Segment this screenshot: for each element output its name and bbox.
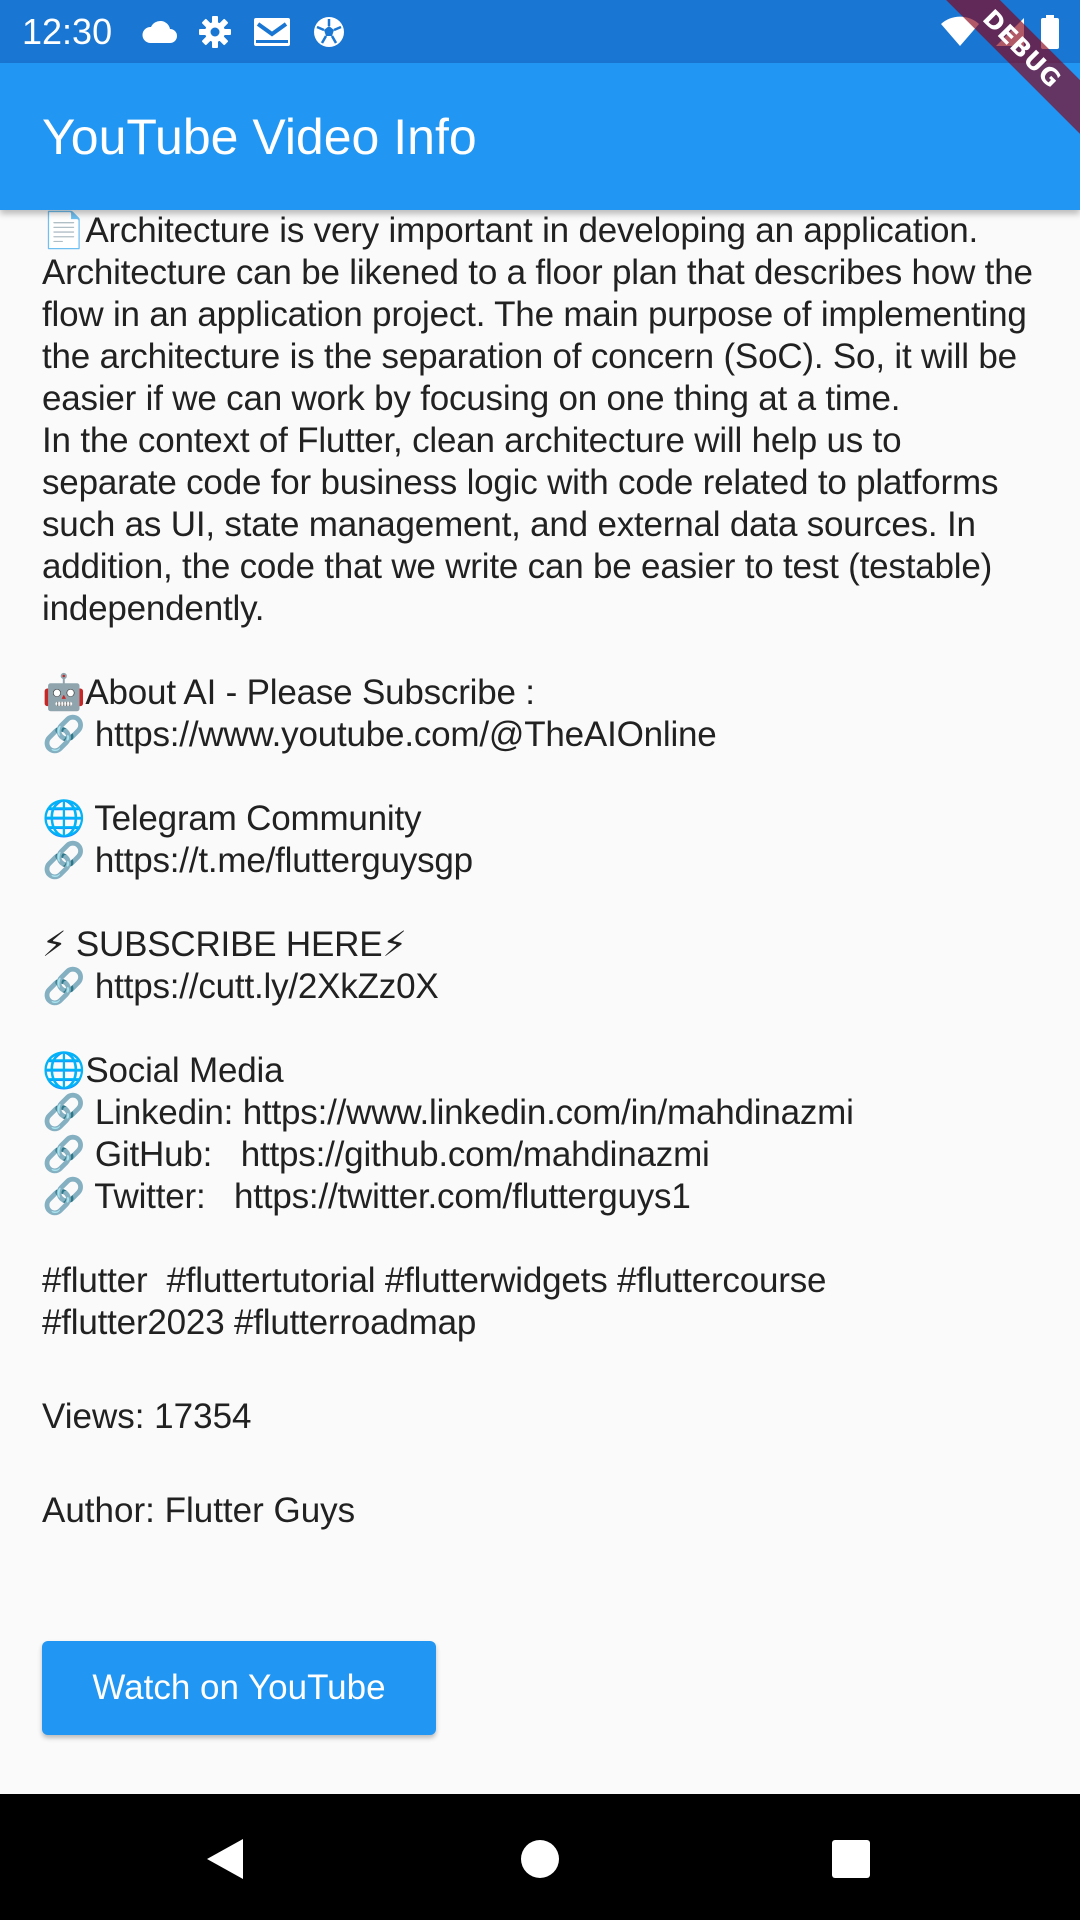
soccer-ball-icon [312,15,346,49]
recents-icon[interactable] [826,1834,876,1884]
wifi-icon [940,16,980,48]
app-bar: YouTube Video Info [0,63,1080,210]
status-time: 12:30 [22,11,113,52]
signal-icon [994,16,1026,48]
cloud-icon [140,19,178,45]
back-icon[interactable] [200,1834,250,1884]
status-icons-right [940,12,1060,52]
status-bar: 12:30 [0,0,1080,63]
screen: 12:30 DEBUG YouTube Video Info 📄Architec… [0,0,1080,1920]
status-icons-left [140,12,346,52]
home-icon[interactable] [515,1834,565,1884]
video-description: 📄Architecture is very important in devel… [42,211,1033,1342]
video-author: Author: Flutter Guys [42,1491,356,1530]
page-title: YouTube Video Info [42,109,477,165]
watch-on-youtube-button[interactable]: Watch on YouTube [42,1641,436,1735]
mail-icon [252,16,292,48]
video-views: Views: 17354 [42,1397,252,1436]
video-info-content: 📄Architecture is very important in devel… [42,210,1042,1532]
battery-icon [1040,15,1060,49]
gear-icon [198,15,232,49]
navigation-bar [0,1794,1080,1920]
